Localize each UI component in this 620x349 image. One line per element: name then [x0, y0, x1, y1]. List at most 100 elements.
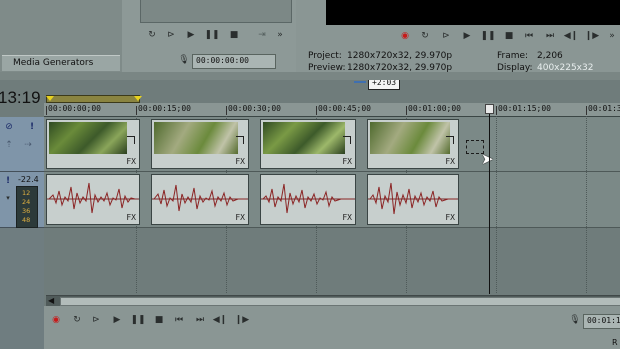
mouse-cursor-icon: ➤ — [481, 150, 494, 168]
previous-frame-icon[interactable]: ◀❙ — [213, 314, 227, 326]
video-clip[interactable]: FX — [367, 119, 459, 169]
pan-crop-icon[interactable] — [236, 136, 244, 144]
play-from-start-icon[interactable]: ⊳ — [440, 30, 452, 42]
bottom-transport-bar — [44, 306, 620, 349]
play-from-start-icon[interactable]: ⊳ — [165, 29, 177, 41]
play-from-start-icon[interactable]: ⊳ — [90, 314, 102, 326]
scrollbar-thumb[interactable] — [60, 297, 620, 306]
trimmer-preview — [140, 0, 292, 23]
fx-label[interactable]: FX — [445, 213, 455, 222]
video-clip[interactable]: FX — [46, 119, 140, 169]
mute-icon[interactable]: ⊘ — [3, 121, 15, 133]
ruler-tick — [406, 106, 407, 115]
playhead-marker[interactable] — [485, 104, 494, 114]
go-to-start-icon[interactable]: ⏮ — [523, 30, 535, 42]
trimmer-timecode: 00:00:00:00 — [196, 56, 249, 65]
loop-start-marker[interactable] — [46, 96, 54, 101]
loop-end-marker[interactable] — [134, 96, 142, 101]
timeline-time-display: 13:19 — [0, 88, 41, 107]
pause-icon[interactable]: ❚❚ — [130, 314, 145, 326]
frame-label: Frame: — [497, 51, 529, 61]
meter-scale-label: 48 — [22, 216, 31, 224]
loop-icon[interactable]: ↻ — [146, 29, 158, 41]
ruler-tick-label: 00:01:30 — [588, 104, 620, 113]
audio-clip[interactable]: FX — [367, 174, 459, 225]
fx-label[interactable]: FX — [342, 157, 352, 166]
media-generators-tab[interactable]: Media Generators — [2, 55, 120, 71]
mic-icon: 🎙 — [178, 55, 190, 65]
go-to-end-icon[interactable]: ⏭ — [544, 30, 556, 42]
stop-icon[interactable]: ■ — [228, 29, 240, 41]
fx-label[interactable]: FX — [235, 157, 245, 166]
video-clip[interactable]: FX — [260, 119, 356, 169]
pause-icon[interactable]: ❚❚ — [204, 29, 219, 41]
dropdown-icon[interactable]: ▾ — [2, 192, 14, 204]
timeline-cursor-line[interactable] — [489, 104, 490, 294]
audio-meter: 12 24 36 48 — [16, 186, 38, 228]
timeline-grid-line — [496, 116, 497, 293]
fx-label[interactable]: FX — [126, 213, 136, 222]
fx-label[interactable]: FX — [445, 157, 455, 166]
audio-track-header[interactable]: ! -22.4 ▾ 12 24 36 48 — [0, 172, 44, 228]
ruler-tick-label: 00:01:15;00 — [498, 104, 551, 113]
status-corner-text: R — [612, 338, 618, 347]
stop-icon[interactable]: ■ — [153, 314, 165, 326]
pan-crop-icon[interactable] — [343, 136, 351, 144]
audio-clip[interactable]: FX — [260, 174, 356, 225]
loop-icon[interactable]: ↻ — [71, 314, 83, 326]
previous-frame-icon[interactable]: ◀❙ — [564, 30, 578, 42]
video-thumbnail — [154, 122, 238, 154]
play-icon[interactable]: ▶ — [111, 314, 123, 326]
timeline-empty-area[interactable] — [44, 228, 620, 293]
audio-clip[interactable]: FX — [151, 174, 249, 225]
track-fx-icon[interactable]: ⇢ — [22, 139, 34, 151]
audio-waveform — [152, 184, 248, 212]
loop-region-bar[interactable] — [46, 95, 140, 103]
video-clip[interactable]: FX — [151, 119, 249, 169]
timeline-divider — [0, 72, 620, 80]
stop-icon[interactable]: ■ — [503, 30, 515, 42]
fx-label[interactable]: FX — [235, 213, 245, 222]
record-icon[interactable]: ◉ — [50, 314, 62, 326]
pan-crop-icon[interactable] — [127, 136, 135, 144]
ruler-tick — [136, 106, 137, 115]
fx-label[interactable]: FX — [342, 213, 352, 222]
transport-timecode-box[interactable]: 00:01:1 — [583, 314, 620, 329]
mic-icon: 🎙 — [569, 315, 581, 325]
more-icon[interactable]: » — [274, 29, 286, 41]
record-icon[interactable]: ◉ — [399, 30, 411, 42]
go-to-start-icon[interactable]: ⏮ — [173, 314, 185, 326]
trimmer-timecode-box[interactable]: 00:00:00:00 — [192, 54, 276, 69]
next-frame-icon[interactable]: ❙▶ — [235, 314, 249, 326]
play-icon[interactable]: ▶ — [185, 29, 197, 41]
drag-arrow-icon — [354, 81, 366, 83]
video-track-header[interactable]: ⊘ ! ⇡ ⇢ — [0, 117, 44, 172]
play-icon[interactable]: ▶ — [461, 30, 473, 42]
audio-waveform — [47, 182, 139, 214]
ruler-tick — [226, 106, 227, 115]
pan-crop-icon[interactable] — [446, 136, 454, 144]
solo-icon[interactable]: ! — [26, 121, 38, 133]
horizontal-scrollbar[interactable]: ◀ — [46, 295, 620, 306]
video-thumbnail — [263, 122, 345, 154]
fx-label[interactable]: FX — [126, 157, 136, 166]
transport-timecode: 00:01:1 — [587, 316, 620, 325]
pause-icon[interactable]: ❚❚ — [480, 30, 495, 42]
ruler-tick — [46, 106, 47, 115]
timeline-grid-line — [586, 116, 587, 293]
next-frame-icon[interactable]: ❙▶ — [585, 30, 599, 42]
audio-clip[interactable]: FX — [46, 174, 140, 225]
video-thumbnail — [370, 122, 450, 154]
track-motion-icon[interactable]: ⇡ — [3, 139, 15, 151]
ruler-tick — [496, 106, 497, 115]
scroll-left-icon[interactable]: ◀ — [48, 296, 54, 305]
solo-icon[interactable]: ! — [2, 175, 14, 187]
loop-icon[interactable]: ↻ — [419, 30, 431, 42]
meter-scale-label: 24 — [22, 198, 31, 206]
video-preview-screen — [326, 0, 620, 25]
ruler-tick-label: 00:01:00;00 — [408, 104, 461, 113]
insert-icon[interactable]: ⇥ — [256, 29, 268, 41]
go-to-end-icon[interactable]: ⏭ — [194, 314, 206, 326]
video-thumbnail — [49, 122, 127, 154]
more-icon[interactable]: » — [606, 30, 618, 42]
